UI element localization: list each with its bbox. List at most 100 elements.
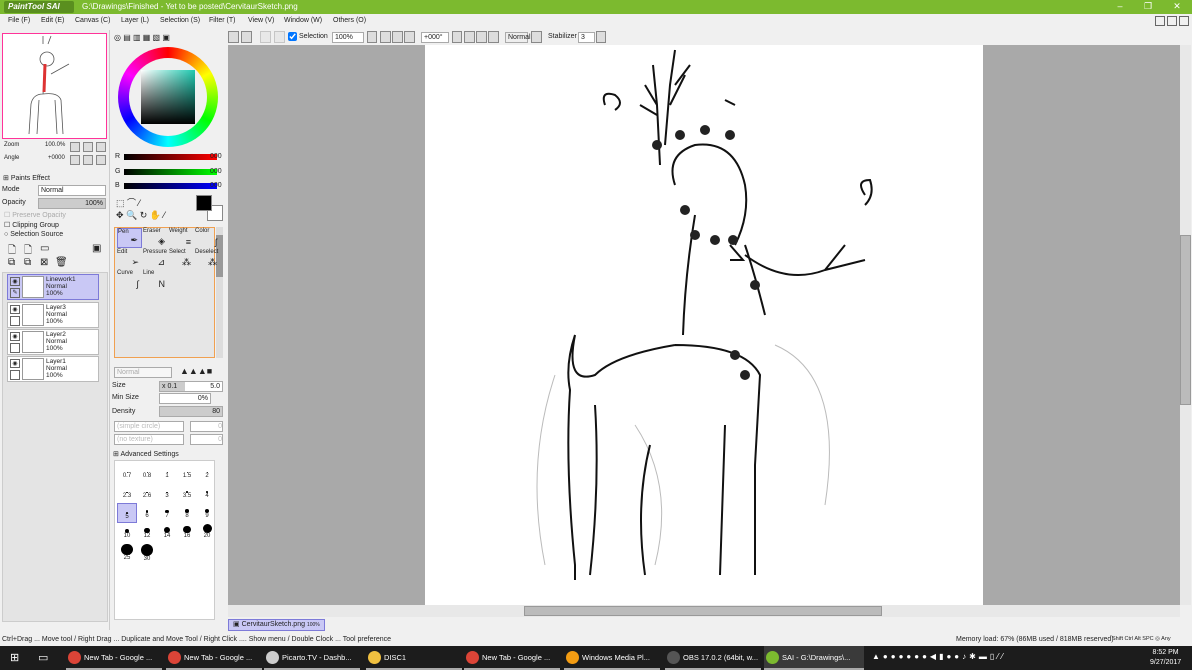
tool-curve[interactable]: Curve ∫ (117, 270, 142, 290)
brush-size-20[interactable]: 20 (197, 523, 217, 543)
menu-selection[interactable]: Selection (S) (160, 17, 200, 24)
task-view-icon[interactable]: ▭ (38, 651, 48, 664)
color-wheel[interactable] (118, 47, 218, 147)
tool-deselect[interactable]: Deselect ⁂ (195, 249, 220, 269)
tool-edit[interactable]: Edit ➢ (117, 249, 142, 269)
mdi-minimize-button[interactable] (1155, 16, 1165, 26)
selection-source-radio[interactable]: ○ Selection Source (4, 231, 63, 238)
tool-pen[interactable]: Pen ✒ (117, 228, 142, 248)
rotate-reset-button[interactable] (488, 31, 499, 43)
navigator-angle-value[interactable]: +0000 (48, 155, 65, 161)
brush-size-slider[interactable]: x 0.1 5.0 (159, 381, 223, 392)
brush-size-3[interactable]: 3 (157, 483, 177, 503)
tool-line[interactable]: Line N (143, 270, 168, 290)
rotate-right-button[interactable] (476, 31, 487, 43)
brush-size-2.3[interactable]: 2.3 (117, 483, 137, 503)
brush-size-0.8[interactable]: 0.8 (137, 463, 157, 483)
tool-eraser[interactable]: Eraser ◈ (143, 228, 168, 248)
density-slider[interactable]: 80 (159, 406, 223, 417)
brush-size-12[interactable]: 12 (137, 523, 157, 543)
taskbar-item[interactable]: New Tab - Google ... (464, 646, 560, 670)
advanced-settings-toggle[interactable]: ⊞ Advanced Settings (113, 450, 179, 458)
tool-color[interactable]: Color ʃ (195, 228, 220, 248)
brush-texture-select[interactable]: (no texture) (114, 434, 184, 445)
layer-lock-box[interactable] (10, 316, 20, 326)
layer-item-linework1[interactable]: ◉ ✎ Linework1 Normal 100% (7, 274, 99, 300)
color-mode-tabs[interactable]: ◎ ▤ ▥ ▦ ▧ ▣ (114, 33, 202, 43)
green-slider[interactable] (124, 169, 217, 175)
layer-lock-box[interactable] (10, 343, 20, 353)
brush-size-7[interactable]: 7 (157, 503, 177, 523)
zoom-in-button[interactable] (392, 31, 403, 43)
brush-size-1[interactable]: 1 (157, 463, 177, 483)
minimize-button[interactable]: – (1113, 1, 1127, 12)
menu-window[interactable]: Window (W) (284, 17, 322, 24)
taskbar-item[interactable]: New Tab - Google ... (66, 646, 162, 670)
menu-view[interactable]: View (V) (248, 17, 274, 24)
stabilizer-dropdown[interactable] (596, 31, 606, 43)
transfer-down-icon[interactable]: ⧉ (8, 257, 15, 268)
horizontal-scrollbar[interactable] (228, 605, 1180, 617)
layer-opacity-slider[interactable]: 100% (38, 198, 106, 209)
brush-blend-select[interactable]: Normal (114, 367, 172, 378)
rotation-dropdown[interactable] (452, 31, 462, 43)
menu-edit[interactable]: Edit (E) (41, 17, 64, 24)
merge-down-icon[interactable]: ⧉ (24, 257, 31, 268)
nav-reset-button[interactable] (96, 142, 106, 152)
selection-checkbox[interactable] (288, 32, 297, 41)
close-button[interactable]: ✕ (1170, 1, 1184, 12)
min-size-slider[interactable]: 0% (159, 393, 211, 404)
vertical-scrollbar[interactable] (1180, 45, 1191, 605)
undo-button[interactable] (241, 31, 252, 43)
brush-size-2[interactable]: 2 (197, 463, 217, 483)
tool-weight[interactable]: Weight ≡ (169, 228, 194, 248)
brush-size-30[interactable]: 30 (137, 543, 157, 563)
move-zoom-rotate-hand-eyedropper-icons[interactable]: ✥ 🔍 ↻ ✋ ⁄ (116, 210, 165, 221)
taskbar-item[interactable]: DISC1 (366, 646, 462, 670)
taskbar-item[interactable]: SAI - G:\Drawings\... (764, 646, 864, 670)
tool-select[interactable]: Select ⁂ (169, 249, 194, 269)
taskbar-item[interactable]: Windows Media Pl... (564, 646, 660, 670)
brush-shape-icons[interactable]: ▲▲▲■ (180, 366, 212, 376)
brush-size-8[interactable]: 8 (177, 503, 197, 523)
brush-size-1.5[interactable]: 1.5 (177, 463, 197, 483)
zoom-out-button[interactable] (380, 31, 391, 43)
nav-rotate-right-button[interactable] (83, 155, 93, 165)
blend-mode-select[interactable]: Normal (38, 185, 106, 196)
navigator-zoom-value[interactable]: 100.0% (45, 142, 65, 148)
visibility-eye-icon[interactable]: ◉ (10, 359, 20, 368)
brush-size-14[interactable]: 14 (157, 523, 177, 543)
nav-rotate-left-button[interactable] (70, 155, 80, 165)
layer-lock-box[interactable] (10, 370, 20, 380)
canvas-paper[interactable] (425, 45, 983, 605)
brush-size-4[interactable]: 4 (197, 483, 217, 503)
menu-file[interactable]: File (F) (8, 17, 30, 24)
mdi-close-button[interactable] (1179, 16, 1189, 26)
view-mode-field[interactable]: Normal (505, 32, 531, 43)
layer-item-layer2[interactable]: ◉ Layer2 Normal 100% (7, 329, 99, 355)
brush-size-2.6[interactable]: 2.6 (137, 483, 157, 503)
brush-shape-select[interactable]: (simple circle) (114, 421, 184, 432)
paints-effect-header[interactable]: ⊞ Paints Effect (3, 174, 50, 182)
brush-size-5[interactable]: 5 (117, 503, 137, 523)
rotation-field[interactable]: +000° (421, 32, 449, 43)
stabilizer-field[interactable]: 3 (578, 32, 595, 43)
system-tray-icons[interactable]: ▲●●●●●●◀▮●●♪✱▬▯⁄⁄ (872, 652, 1006, 661)
tool-pressure[interactable]: Pressure ⊿ (143, 249, 168, 269)
primary-color-swatch[interactable] (196, 195, 212, 211)
menu-layer[interactable]: Layer (L) (121, 17, 149, 24)
flip-button[interactable] (531, 31, 542, 43)
brush-size-6[interactable]: 6 (137, 503, 157, 523)
document-tab[interactable]: ▣ CervitaurSketch.png 100% (228, 619, 325, 631)
visibility-eye-icon[interactable]: ◉ (10, 332, 20, 341)
nav-zoom-in-button[interactable] (83, 142, 93, 152)
brush-size-25[interactable]: 25 (117, 543, 137, 563)
size-multiplier[interactable]: x 0.1 (162, 383, 177, 390)
menu-others[interactable]: Others (O) (333, 17, 366, 24)
brush-size-3.5[interactable]: 3.5 (177, 483, 197, 503)
visibility-eye-icon[interactable]: ◉ (10, 305, 20, 314)
saturation-value-square[interactable] (141, 70, 195, 124)
menu-filter[interactable]: Filter (T) (209, 17, 235, 24)
maximize-button[interactable]: ❐ (1141, 1, 1155, 12)
zoom-field[interactable]: 100% (332, 32, 364, 43)
